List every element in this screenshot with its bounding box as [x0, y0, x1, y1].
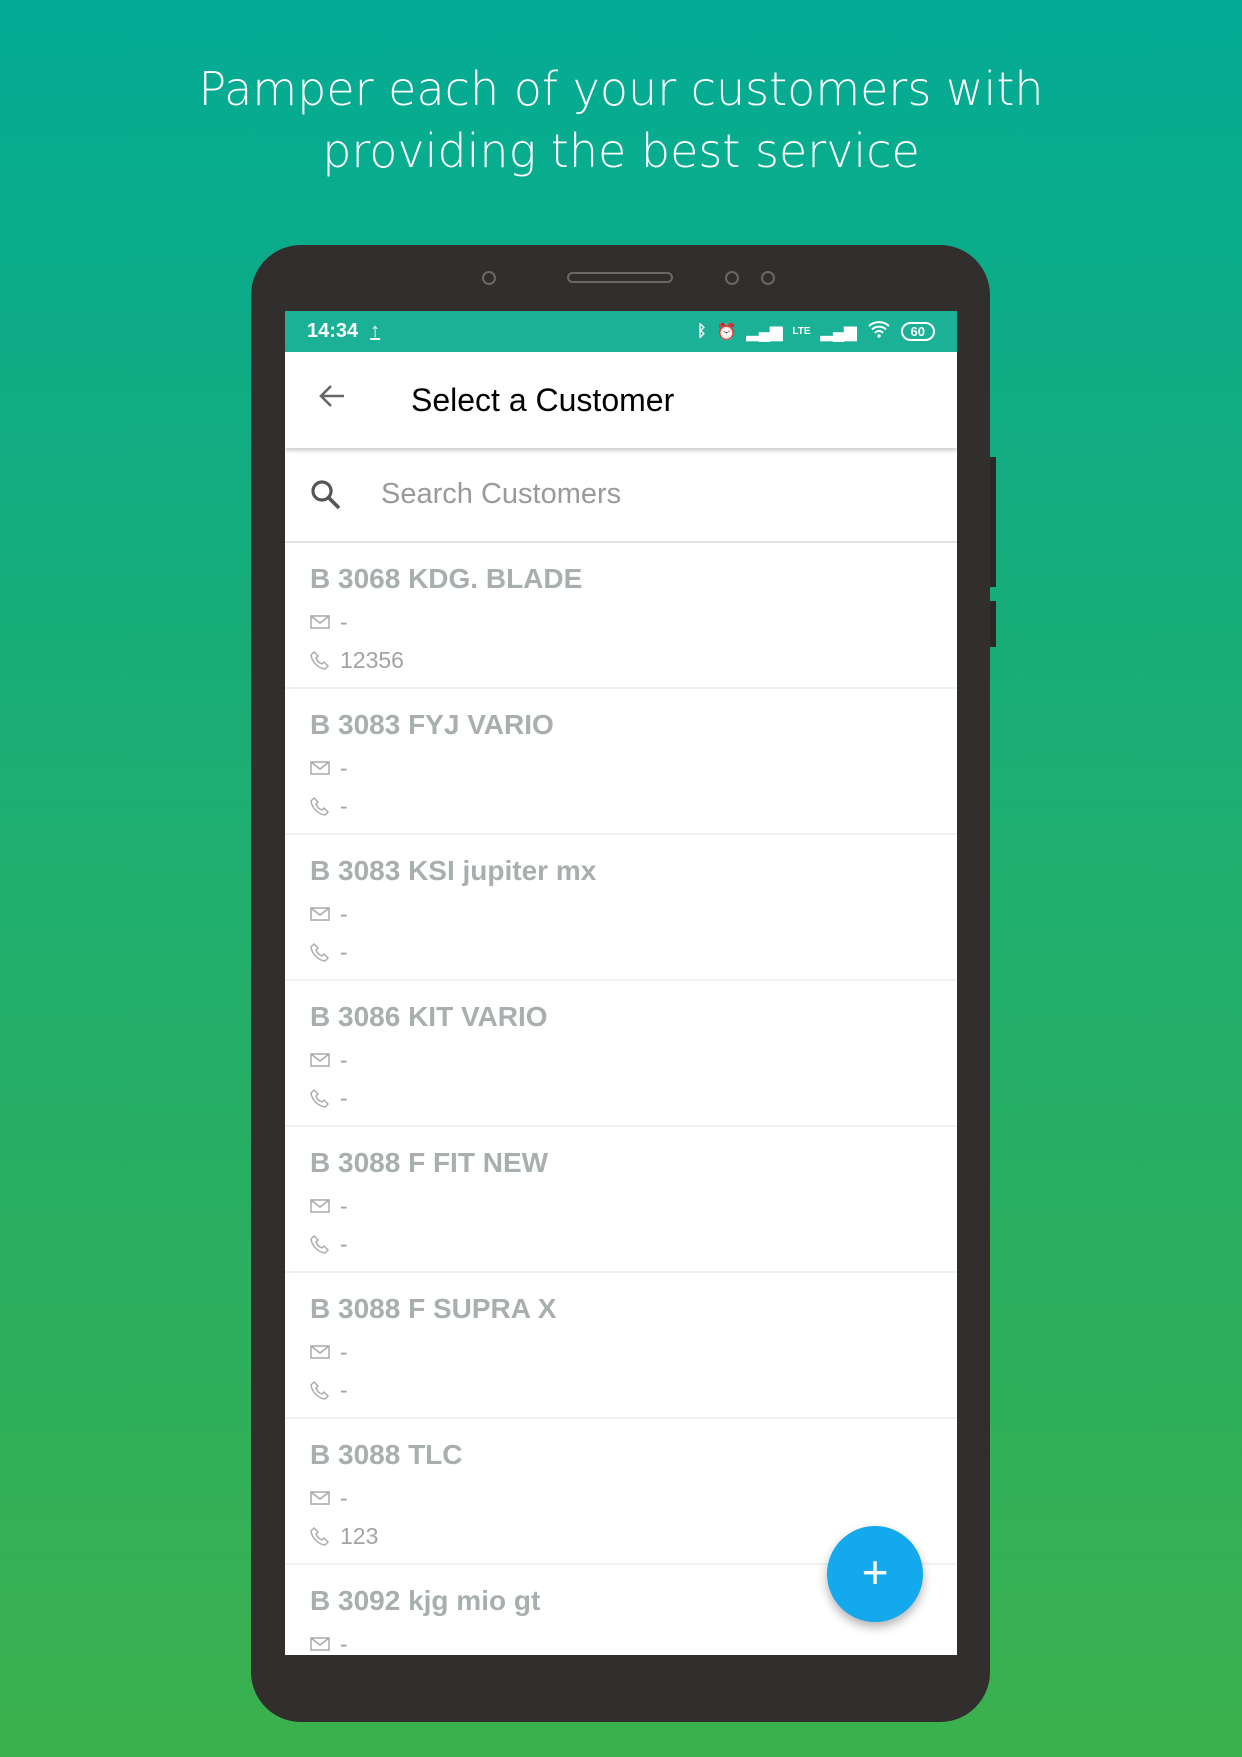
search-icon — [309, 478, 343, 512]
customer-email: - — [340, 608, 348, 635]
customer-phone: 12356 — [340, 646, 404, 673]
customer-list-item[interactable]: B 3088 F FIT NEW - - — [285, 1127, 957, 1273]
alarm-icon: ⏰ — [716, 323, 737, 341]
headline-line-1: Pamper each of your customers with — [198, 62, 1044, 116]
customer-name: B 3083 FYJ VARIO — [310, 709, 554, 740]
customer-list-item[interactable]: B 3083 KSI jupiter mx - - — [285, 835, 957, 981]
customer-name: B 3086 KIT VARIO — [310, 1001, 548, 1032]
mail-icon — [310, 761, 332, 775]
mail-icon — [310, 1637, 332, 1651]
app-bar: Select a Customer — [285, 352, 957, 448]
battery-icon: 60 — [900, 322, 935, 341]
customer-list-item[interactable]: B 3086 KIT VARIO - - — [285, 981, 957, 1127]
mail-icon — [310, 1345, 332, 1359]
status-bar: 14:34 ↑ ᛒ ⏰ ▂▄▆ LTE ▂▄▆ 60 — [285, 311, 957, 352]
back-arrow-icon[interactable] — [317, 381, 365, 420]
customer-email: - — [340, 1338, 348, 1365]
phone-frame: 14:34 ↑ ᛒ ⏰ ▂▄▆ LTE ▂▄▆ 60 Select a Cust… — [251, 245, 996, 1722]
headline-line-2: providing the best service — [322, 124, 920, 178]
customer-phone: - — [340, 1230, 348, 1257]
customer-email: - — [340, 1484, 348, 1511]
customer-name: B 3068 KDG. BLADE — [310, 563, 583, 594]
phone-icon — [310, 1234, 332, 1254]
customer-name: B 3088 F SUPRA X — [310, 1293, 557, 1324]
phone-icon — [310, 1526, 332, 1546]
search-bar — [285, 448, 957, 543]
customer-phone: 123 — [340, 1522, 379, 1549]
volume-button — [990, 457, 996, 587]
mail-icon — [310, 1053, 332, 1067]
signal-icon: ▂▄▆ — [746, 323, 783, 341]
sensor-icon — [482, 271, 496, 285]
camera-icon — [725, 271, 739, 285]
customer-name: B 3083 KSI jupiter mx — [310, 855, 597, 886]
customer-phone: - — [340, 938, 348, 965]
customer-name: B 3088 TLC — [310, 1439, 463, 1470]
upload-icon: ↑ — [370, 320, 381, 342]
phone-icon — [310, 1380, 332, 1400]
phone-icon — [310, 942, 332, 962]
customer-phone: - — [340, 792, 348, 819]
power-button — [990, 601, 996, 647]
speaker-grille — [567, 272, 673, 283]
signal-icon: ▂▄▆ — [820, 323, 857, 341]
phone-icon — [310, 1088, 332, 1108]
customer-name: B 3088 F FIT NEW — [310, 1147, 549, 1178]
screen: 14:34 ↑ ᛒ ⏰ ▂▄▆ LTE ▂▄▆ 60 Select a Cust… — [285, 311, 957, 1655]
customer-phone: - — [340, 1084, 348, 1111]
customer-email: - — [340, 1630, 348, 1656]
page-title: Select a Customer — [411, 381, 675, 418]
customer-email: - — [340, 754, 348, 781]
lte-label: LTE — [792, 326, 811, 337]
mail-icon — [310, 907, 332, 921]
mail-icon — [310, 615, 332, 629]
customer-email: - — [340, 900, 348, 927]
camera-icon — [761, 271, 775, 285]
customer-phone: - — [340, 1376, 348, 1403]
customer-list[interactable]: (function(){ const d=JSON.parse(document… — [285, 543, 957, 1655]
customer-list-item[interactable]: B 3068 KDG. BLADE - 12356 — [285, 543, 957, 689]
search-input[interactable] — [381, 478, 881, 511]
mail-icon — [310, 1199, 332, 1213]
customer-list-item[interactable]: B 3083 FYJ VARIO - - — [285, 689, 957, 835]
customer-list-item[interactable]: B 3088 F SUPRA X - - — [285, 1273, 957, 1419]
mail-icon — [310, 1491, 332, 1505]
phone-icon — [310, 796, 332, 816]
customer-email: - — [340, 1192, 348, 1219]
customer-email: - — [340, 1046, 348, 1073]
phone-icon — [310, 650, 332, 670]
headline: Pamper each of your customers with provi… — [0, 58, 1242, 182]
status-time: 14:34 — [307, 320, 359, 342]
bluetooth-icon: ᛒ — [696, 322, 707, 340]
wifi-icon — [867, 320, 891, 343]
add-customer-button[interactable]: + — [827, 1526, 923, 1622]
